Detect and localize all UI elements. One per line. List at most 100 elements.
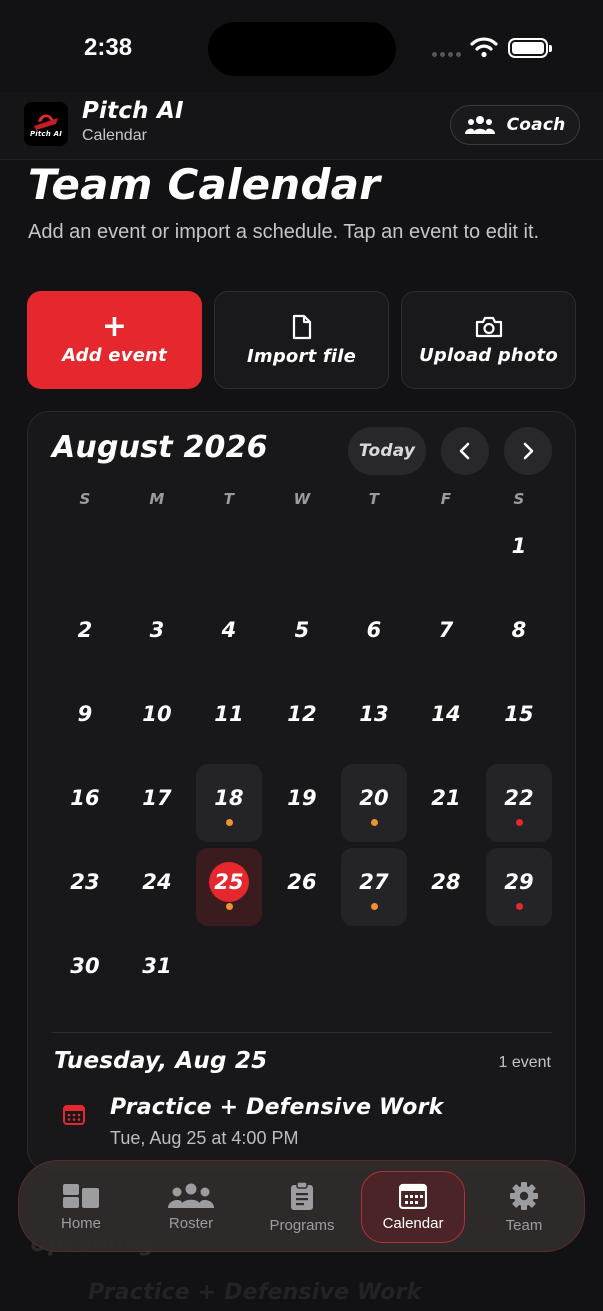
people-icon [168, 1183, 214, 1208]
status-time: 2:38 [84, 34, 133, 61]
calendar-day[interactable]: 21 [413, 764, 479, 842]
calendar-day[interactable]: 14 [413, 680, 479, 758]
calendar-day[interactable]: 15 [486, 680, 552, 758]
status-bar: 2:38 [0, 0, 603, 92]
calendar-day[interactable]: 9 [52, 680, 118, 758]
day-number: 10 [142, 702, 172, 726]
weekday-label: S [79, 490, 91, 508]
chevron-right-icon [523, 442, 534, 460]
day-number: 15 [504, 702, 534, 726]
day-number: 24 [142, 870, 172, 894]
home-dashboard-icon [63, 1183, 99, 1208]
event-dot [516, 903, 523, 910]
add-event-button[interactable]: + Add event [27, 291, 202, 389]
next-month-button[interactable] [504, 427, 552, 475]
upload-photo-button[interactable]: Upload photo [401, 291, 576, 389]
divider [52, 1032, 552, 1033]
calendar-day[interactable]: 7 [413, 596, 479, 674]
day-number: 13 [359, 702, 389, 726]
calendar-day[interactable]: 24 [124, 848, 190, 926]
event-dot [226, 903, 233, 910]
day-number: 11 [214, 702, 244, 726]
day-number: 25 [209, 862, 249, 902]
day-number: 1 [511, 534, 527, 558]
calendar-day[interactable]: 26 [269, 848, 335, 926]
calendar-day[interactable]: 28 [413, 848, 479, 926]
weekday-label: F [440, 490, 452, 508]
tab-home[interactable]: Home [29, 1171, 133, 1243]
day-number: 6 [366, 618, 382, 642]
weekday-label: S [513, 490, 525, 508]
chevron-left-icon [459, 442, 470, 460]
calendar-day[interactable]: 8 [486, 596, 552, 674]
calendar-day[interactable]: 3 [124, 596, 190, 674]
day-number: 8 [511, 618, 527, 642]
day-number: 7 [438, 618, 454, 642]
calendar-day[interactable]: 10 [124, 680, 190, 758]
background-event-title: Practice + Defensive Work [88, 1280, 422, 1305]
calendar-day[interactable]: 25 [196, 848, 262, 926]
day-number: 28 [431, 870, 461, 894]
day-number: 9 [77, 702, 93, 726]
calendar-day[interactable]: 17 [124, 764, 190, 842]
role-switch-button[interactable]: Coach [450, 105, 580, 145]
battery-icon [508, 38, 552, 58]
calendar-day[interactable]: 19 [269, 764, 335, 842]
calendar-day[interactable]: 13 [341, 680, 407, 758]
calendar-day[interactable]: 4 [196, 596, 262, 674]
calendar-event-icon [63, 1105, 85, 1125]
selected-date-label: Tuesday, Aug 25 [54, 1048, 268, 1074]
today-button[interactable]: Today [348, 427, 426, 475]
calendar-day[interactable]: 18 [196, 764, 262, 842]
tab-roster[interactable]: Roster [139, 1171, 243, 1243]
day-number: 12 [287, 702, 317, 726]
event-time: Tue, Aug 25 at 4:00 PM [110, 1128, 299, 1148]
day-number: 23 [70, 870, 100, 894]
day-number: 19 [287, 786, 317, 810]
calendar-day[interactable]: 6 [341, 596, 407, 674]
tab-team[interactable]: Team [472, 1171, 576, 1243]
day-number: 18 [214, 786, 244, 810]
calendar-day[interactable]: 2 [52, 596, 118, 674]
weekday-label: T [368, 490, 380, 508]
day-number: 21 [431, 786, 461, 810]
previous-month-button[interactable] [441, 427, 489, 475]
calendar-day[interactable]: 27 [341, 848, 407, 926]
calendar-day[interactable]: 20 [341, 764, 407, 842]
app-header: Pitch AI Pitch AI Calendar Coach [0, 92, 603, 160]
calendar-day[interactable]: 23 [52, 848, 118, 926]
signal-icon [432, 52, 461, 57]
tab-calendar[interactable]: Calendar [361, 1171, 465, 1243]
page-title: Team Calendar [28, 160, 381, 209]
event-title[interactable]: Practice + Defensive Work [110, 1095, 444, 1120]
gear-icon [510, 1181, 538, 1210]
calendar-day[interactable]: 1 [486, 512, 552, 590]
day-number: 29 [504, 870, 534, 894]
day-number: 27 [359, 870, 389, 894]
import-file-button[interactable]: Import file [214, 291, 389, 389]
weekday-label: W [293, 490, 311, 508]
tab-programs[interactable]: Programs [250, 1171, 354, 1243]
calendar-day[interactable]: 31 [124, 932, 190, 1010]
event-dot [371, 903, 378, 910]
people-icon [464, 116, 495, 134]
day-number: 2 [77, 618, 93, 642]
app-subtitle: Calendar [82, 127, 147, 144]
clipboard-icon [291, 1180, 313, 1210]
calendar-day[interactable]: 22 [486, 764, 552, 842]
day-number: 22 [504, 786, 534, 810]
event-dot [516, 819, 523, 826]
camera-icon [475, 316, 502, 337]
event-dot [371, 819, 378, 826]
calendar-day[interactable]: 16 [52, 764, 118, 842]
calendar-day[interactable]: 5 [269, 596, 335, 674]
plus-icon: + [101, 308, 128, 344]
calendar-day[interactable]: 12 [269, 680, 335, 758]
role-label: Coach [506, 115, 566, 135]
day-number: 3 [149, 618, 165, 642]
calendar-day[interactable]: 29 [486, 848, 552, 926]
app-logo: Pitch AI [24, 102, 68, 146]
calendar-day[interactable]: 11 [196, 680, 262, 758]
calendar-day[interactable]: 30 [52, 932, 118, 1010]
day-number: 16 [70, 786, 100, 810]
